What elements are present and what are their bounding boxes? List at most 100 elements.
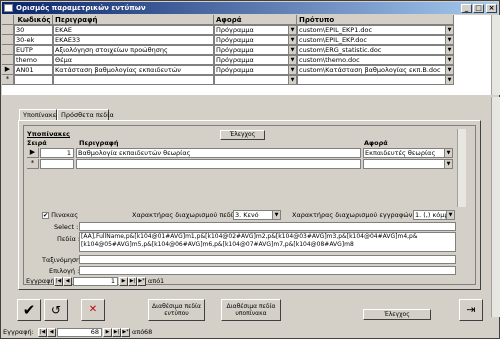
- checkbox-mark[interactable]: ✔: [42, 212, 49, 219]
- subform-record-selector[interactable]: ▶: [27, 148, 39, 158]
- first-record-icon[interactable]: |◀: [38, 328, 47, 337]
- table-row[interactable]: ▶ ΑΝ01 Κατάσταση βαθμολογίας εκπαιδευτών Πρ…: [2, 65, 491, 75]
- record-selector[interactable]: *: [2, 75, 14, 85]
- header-template[interactable]: Πρότυπο: [297, 15, 454, 25]
- subform-order-cell[interactable]: 1: [40, 148, 74, 158]
- check-button[interactable]: Έλεγχος: [363, 309, 431, 320]
- header-concerns[interactable]: Αφορά: [214, 15, 297, 25]
- record-number-input[interactable]: 68: [57, 328, 102, 337]
- dropdown-arrow-icon[interactable]: ▼: [445, 56, 453, 64]
- dropdown-arrow-icon[interactable]: ▼: [288, 36, 296, 44]
- description-cell[interactable]: Κατάσταση βαθμολογίας εκπαιδευτών: [53, 65, 214, 75]
- subform-description-cell[interactable]: Βαθμολογία εκπαιδευτών θεωρίας: [76, 148, 361, 158]
- nav-of: από: [148, 277, 161, 285]
- concerns-cell[interactable]: Πρόγραμμα ▼: [214, 25, 297, 35]
- last-record-icon[interactable]: ▶|: [112, 328, 121, 337]
- dropdown-arrow-icon[interactable]: ▼: [444, 149, 452, 157]
- next-record-icon[interactable]: ▶: [103, 328, 112, 337]
- header-description[interactable]: Περιγραφή: [53, 15, 214, 25]
- avail-form-fields-button[interactable]: Διαθέσιμα πεδία εντύπου: [148, 299, 205, 321]
- maximize-button[interactable]: □: [473, 4, 484, 13]
- concerns-cell[interactable]: Πρόγραμμα ▼: [214, 35, 297, 45]
- subform-order-cell[interactable]: [40, 159, 74, 169]
- description-cell[interactable]: Θέμα: [53, 55, 214, 65]
- concerns-cell[interactable]: Πρόγραμμα ▼: [214, 65, 297, 75]
- code-cell[interactable]: themo: [14, 55, 53, 65]
- dropdown-arrow-icon[interactable]: ▼: [272, 211, 280, 219]
- subform-check-button[interactable]: Έλεγχος: [220, 130, 265, 140]
- code-cell[interactable]: 30-ek: [14, 35, 53, 45]
- description-cell[interactable]: Αξιολόγηση στοιχείων προώθησης: [53, 45, 214, 55]
- subform-scrollbar[interactable]: [457, 129, 466, 207]
- subform-record-selector[interactable]: *: [27, 159, 39, 169]
- dropdown-arrow-icon[interactable]: ▼: [445, 66, 453, 74]
- subform-concerns-cell[interactable]: ▼: [363, 159, 453, 169]
- table-row[interactable]: themo Θέμα Πρόγραμμα ▼ custom\themo.doc ▼: [2, 55, 491, 65]
- record-selector[interactable]: [2, 55, 14, 65]
- description-cell[interactable]: ΕΚΑΕ: [53, 25, 214, 35]
- concerns-cell[interactable]: Πρόγραμμα ▼: [214, 45, 297, 55]
- new-record-icon[interactable]: ▶*: [137, 277, 146, 286]
- template-cell[interactable]: ▼: [297, 75, 454, 85]
- new-record-icon[interactable]: ▶*: [121, 328, 130, 337]
- template-cell[interactable]: custom\EPIL_EKP1.doc ▼: [297, 25, 454, 35]
- dropdown-arrow-icon[interactable]: ▼: [288, 66, 296, 74]
- dropdown-arrow-icon[interactable]: ▼: [445, 26, 453, 34]
- dropdown-arrow-icon[interactable]: ▼: [288, 26, 296, 34]
- record-selector[interactable]: [2, 35, 14, 45]
- record-sep-select[interactable]: 1. (,) κόμμ ▼: [413, 210, 455, 220]
- code-cell[interactable]: EUTP: [14, 45, 53, 55]
- subform-concerns-cell[interactable]: Εκπαιδευτές θεωρίας ▼: [363, 148, 453, 158]
- dropdown-arrow-icon[interactable]: ▼: [288, 46, 296, 54]
- table-row[interactable]: * ▼ ▼: [2, 75, 491, 85]
- description-cell[interactable]: ΕΚΑΕ33: [53, 35, 214, 45]
- record-selector[interactable]: ▶: [2, 65, 14, 75]
- code-cell[interactable]: ΑΝ01: [14, 65, 53, 75]
- dropdown-arrow-icon[interactable]: ▼: [445, 36, 453, 44]
- minimize-button[interactable]: _: [461, 4, 472, 13]
- dropdown-arrow-icon[interactable]: ▼: [288, 56, 296, 64]
- description-cell[interactable]: [53, 75, 214, 85]
- prev-record-icon[interactable]: ◀: [63, 277, 72, 286]
- fields-textarea[interactable]: [AA],FullName,p&[k104@01#AVG]m1,p&[k104@…: [79, 232, 456, 252]
- concerns-cell[interactable]: Πρόγραμμα ▼: [214, 55, 297, 65]
- code-cell[interactable]: 30: [14, 25, 53, 35]
- exit-button[interactable]: ⇥: [459, 299, 483, 321]
- field-sep-select[interactable]: 3. Κενό ▼: [233, 210, 281, 220]
- dropdown-arrow-icon[interactable]: ▼: [446, 211, 454, 219]
- first-record-icon[interactable]: |◀: [54, 277, 63, 286]
- dropdown-arrow-icon[interactable]: ▼: [445, 46, 453, 54]
- undo-button[interactable]: ↺: [44, 299, 68, 321]
- template-cell[interactable]: custom\themo.doc ▼: [297, 55, 454, 65]
- delete-button[interactable]: ✕: [81, 299, 105, 321]
- filter-field[interactable]: [79, 266, 456, 275]
- record-selector[interactable]: [2, 45, 14, 55]
- next-record-icon[interactable]: ▶: [119, 277, 128, 286]
- select-field[interactable]: [79, 222, 456, 231]
- table-row[interactable]: 30 ΕΚΑΕ Πρόγραμμα ▼ custom\EPIL_EKP1.doc ▼: [2, 25, 491, 35]
- template-cell[interactable]: custom\Κατάσταση βαθμολογίας εκπ.Β.doc ▼: [297, 65, 454, 75]
- header-code[interactable]: Κωδικός: [14, 15, 53, 25]
- code-cell[interactable]: [14, 75, 53, 85]
- last-record-icon[interactable]: ▶|: [128, 277, 137, 286]
- grid-scrollbar[interactable]: [491, 15, 500, 95]
- template-cell[interactable]: custom\EPIL_EKP.doc ▼: [297, 35, 454, 45]
- table-row[interactable]: EUTP Αξιολόγηση στοιχείων προώθησης Πρόγρα…: [2, 45, 491, 55]
- avail-subtable-fields-button[interactable]: Διαθέσιμα πεδία υποπίνακα: [221, 299, 281, 321]
- record-selector[interactable]: [2, 25, 14, 35]
- dropdown-arrow-icon[interactable]: ▼: [288, 76, 296, 84]
- template-cell[interactable]: custom\ERG_statistic.doc ▼: [297, 45, 454, 55]
- table-row[interactable]: 30-ek ΕΚΑΕ33 Πρόγραμμα ▼ custom\EPIL_EKP.doc…: [2, 35, 491, 45]
- dropdown-arrow-icon[interactable]: ▼: [444, 160, 452, 168]
- form-scrollbar[interactable]: [491, 97, 500, 317]
- sort-field[interactable]: [79, 255, 456, 264]
- table-checkbox[interactable]: ✔ Πινακας: [42, 211, 78, 219]
- description-cell-text: ΕΚΑΕ33: [55, 36, 81, 44]
- concerns-cell[interactable]: ▼: [214, 75, 297, 85]
- record-number-input[interactable]: 1: [73, 277, 118, 286]
- subform-description-cell[interactable]: [76, 159, 361, 169]
- prev-record-icon[interactable]: ◀: [47, 328, 56, 337]
- ok-button[interactable]: ✔: [17, 299, 41, 321]
- dropdown-arrow-icon[interactable]: ▼: [445, 76, 453, 84]
- close-button[interactable]: ×: [486, 4, 497, 13]
